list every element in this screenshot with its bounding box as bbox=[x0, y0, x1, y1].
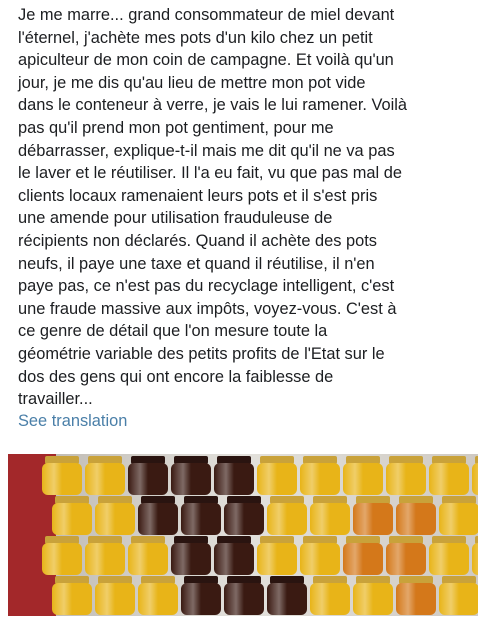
honey-jar bbox=[171, 456, 211, 495]
see-translation-link[interactable]: See translation bbox=[18, 410, 127, 432]
honey-jar bbox=[439, 496, 478, 535]
post-text-line: paye pas, ce n'est pas du recyclage inte… bbox=[18, 277, 395, 296]
honey-jar bbox=[52, 496, 92, 535]
facebook-post: Je me marre... grand consommateur de mie… bbox=[0, 0, 484, 623]
honey-jar bbox=[257, 536, 297, 575]
honey-jar bbox=[439, 576, 478, 615]
post-text-line: pas qu'il prend mon pot gentiment, pour … bbox=[18, 118, 334, 137]
post-text-line: géométrie variable des petits profits de… bbox=[18, 344, 385, 363]
honey-jar bbox=[214, 456, 254, 495]
post-text-line: clients locaux ramenaient leurs pots et … bbox=[18, 186, 378, 205]
honey-jar bbox=[95, 576, 135, 615]
honey-jar bbox=[224, 576, 264, 615]
honey-jar bbox=[429, 536, 469, 575]
post-text-line: récipients non déclarés. Quand il achète… bbox=[18, 231, 377, 250]
post-text-line: débarrasser, explique-t-il mais me dit q… bbox=[18, 141, 395, 160]
honey-jar bbox=[138, 576, 178, 615]
honey-jar bbox=[52, 576, 92, 615]
post-text-line: ce genre de détail que l'on mesure toute… bbox=[18, 322, 328, 341]
honey-jar bbox=[181, 496, 221, 535]
honey-jar bbox=[95, 496, 135, 535]
post-text-line: Je me marre... grand consommateur de mie… bbox=[18, 6, 395, 24]
honey-jar bbox=[429, 456, 469, 495]
honey-jar bbox=[257, 456, 297, 495]
honey-jar bbox=[267, 496, 307, 535]
honey-jar bbox=[343, 536, 383, 575]
honey-jar bbox=[128, 456, 168, 495]
honey-jar bbox=[214, 536, 254, 575]
honey-jar bbox=[310, 496, 350, 535]
post-text-line: l'éternel, j'achète mes pots d'un kilo c… bbox=[18, 28, 373, 47]
honey-jar bbox=[386, 456, 426, 495]
post-text: Je me marre... grand consommateur de mie… bbox=[18, 4, 474, 411]
honey-jar bbox=[42, 536, 82, 575]
honey-jar bbox=[267, 576, 307, 615]
post-text-line: apiculteur de mon coin de campagne. Et v… bbox=[18, 51, 394, 70]
post-text-line: travailler... bbox=[18, 390, 93, 409]
post-text-line: jour, je me dis qu'au lieu de mettre mon… bbox=[18, 73, 366, 92]
honey-jar bbox=[171, 536, 211, 575]
honey-jar bbox=[300, 456, 340, 495]
honey-jar bbox=[353, 576, 393, 615]
honey-jar bbox=[300, 536, 340, 575]
honey-jar bbox=[128, 536, 168, 575]
honey-jar bbox=[396, 496, 436, 535]
post-text-line: neufs, il paye une taxe et quand il réut… bbox=[18, 254, 375, 273]
honey-jar bbox=[386, 536, 426, 575]
honey-jar bbox=[310, 576, 350, 615]
post-text-line: le laver et le réutiliser. Il l'a eu fai… bbox=[18, 164, 402, 183]
post-photo[interactable] bbox=[8, 454, 478, 616]
honey-jar bbox=[181, 576, 221, 615]
honey-jar bbox=[85, 536, 125, 575]
honey-jars-image bbox=[8, 454, 478, 616]
honey-jar bbox=[353, 496, 393, 535]
honey-jar bbox=[42, 456, 82, 495]
honey-jar bbox=[396, 576, 436, 615]
honey-jar bbox=[138, 496, 178, 535]
honey-jar bbox=[224, 496, 264, 535]
post-text-line: une fraude massive aux impôts, voyez-vou… bbox=[18, 299, 397, 318]
post-text-line: dos des gens qui ont encore la faiblesse… bbox=[18, 367, 334, 386]
honey-jar bbox=[343, 456, 383, 495]
honey-jar bbox=[85, 456, 125, 495]
post-text-line: une amende pour utilisation frauduleuse … bbox=[18, 209, 333, 228]
post-text-line: dans le conteneur à verre, je vais le lu… bbox=[18, 96, 408, 115]
